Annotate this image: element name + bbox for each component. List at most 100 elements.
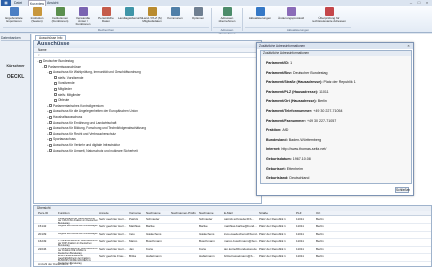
related-offices-icon [78,7,88,16]
column-header[interactable]: PLZ [296,211,315,216]
filter-icon: ▿ [38,53,40,57]
column-header[interactable]: Nachnamen-Präfix [171,211,198,216]
address-button[interactable]: Adressen übernehmen [214,7,240,26]
tree-node[interactable]: + Ausschuss für die Angelegenheiten der E… [47,109,138,114]
tree-checkbox[interactable] [49,126,52,130]
table-cell: ingo.gaedechens@bund... [224,232,258,236]
table-row[interactable]: Erste Parlamentarische Geschäftsführerin… [34,255,431,265]
field-label: Parlament/Bez: [266,70,293,75]
tree-node[interactable]: Vorsitzende [52,81,75,86]
tree-node[interactable]: stellv. Mitglieder [52,93,81,98]
tree-checkbox[interactable] [49,104,52,108]
column-header[interactable]: Anrede [99,211,128,216]
table-cell: 11011 [296,247,304,251]
institution-functions-label: Institutionen (Funktionen) [51,16,69,24]
tree-node[interactable]: + Parlamentarisches Kontrollgremium [47,104,104,109]
update-button[interactable]: Aktualisierungen [246,7,274,26]
table-row[interactable]: 20139 Mitglied des Deutschen Bundestages S… [34,232,431,239]
tree-checkbox[interactable] [54,76,57,80]
tree-node-label: Ausschuss für die Angelegenheiten der Eu… [53,109,138,114]
export-button[interactable]: Ergebnisliste Exportieren [3,7,25,26]
tree-checkbox[interactable] [54,93,57,97]
tree-checkbox[interactable] [49,132,52,136]
tree-checkbox[interactable] [49,143,52,147]
column-header[interactable]: Straße [259,211,295,216]
tree-node[interactable]: stellv. Vorsitzende [52,76,83,81]
tree-checkbox[interactable] [49,149,52,153]
tree-node-label: stellv. Mitglieder [58,92,81,97]
field-value: +49 30 227-71057 [306,118,337,123]
tree-node[interactable]: − Parlamentsausschüsse [42,65,81,70]
institution-label: Institution (Seelen) [30,16,44,24]
kuerschner-logo[interactable]: Kürschner [3,64,28,68]
table-cell: 11011 [296,255,304,258]
info-field: Internet: http://www.thomas-seitz.net/ [266,147,326,151]
table-row[interactable]: Parlamentarischer Geschäftsführer der CD… [34,217,431,224]
field-label: Geburtsdatum: [266,157,293,161]
table-cell: Sehr geehrter Herr... [99,247,127,251]
changelog-button[interactable]: Änderungsprotokoll [276,7,306,26]
update-icon [255,7,265,16]
tree-node[interactable]: + Sportausschuss [47,137,76,142]
table-cell: Sehr geehrter Herr... [99,240,127,243]
column-header[interactable]: Nachname [199,211,223,216]
tree-node[interactable]: Mitglieder [52,87,72,92]
tree-node[interactable]: + Haushaltsausschuss [47,115,82,120]
personal-data-button[interactable]: Persönliche Daten [95,7,117,26]
table-row[interactable]: 22046 1. Parlamentarischer Geschäftsführe… [34,247,431,254]
tree-checkbox[interactable] [49,121,52,125]
tree-node[interactable]: + Ausschuss für Bildung, Forschung und Te… [47,126,146,131]
tree-node[interactable]: + Ausschuss für Recht und Verbraucherschu… [47,132,116,137]
table-cell: britta.hasselmann@b... [224,255,255,258]
oeckl-logo[interactable]: OECKL [3,74,28,80]
overview-grid-panel: Übersicht Pers-ID Funktion Anrede Vorname Na… [33,205,432,267]
column-header[interactable]: Pers-ID [38,211,56,216]
institution-functions-button[interactable]: Institutionen (Funktionen) [49,7,71,26]
tree-checkbox[interactable] [49,70,52,74]
column-header[interactable]: Ort [316,211,336,216]
tree-checkbox[interactable] [44,65,47,69]
ribbon-separator [242,8,243,31]
close-dialog-button[interactable]: Schließen [395,187,410,193]
info-field: Parlament/Ort (Hausadresse): Berlin [266,99,327,103]
tree-checkbox[interactable] [39,59,42,63]
table-row[interactable]: 15142 Mitglied des Deutschen Bundestages S… [34,225,431,232]
institution-button[interactable]: Institution (Seelen) [26,7,48,26]
ribbon: Ergebnisliste Exportieren Institution (S… [0,6,432,36]
tree-checkbox[interactable] [49,110,52,114]
related-offices-button[interactable]: Verwandte Ämter / Funktionen [72,7,94,26]
field-label: Parlament/Telefonnummer: [266,109,314,113]
tree-checkbox[interactable] [54,82,57,86]
legal-check-button[interactable]: Überprüfung für rechtsrelevante Adressen [308,7,350,26]
table-cell: Korte [146,247,154,251]
table-cell: Berlin [316,217,324,221]
column-header[interactable]: Funktion [58,211,98,216]
tree-checkbox[interactable] [54,87,57,91]
tree-node[interactable]: − Ausschuss für Wahlprüfung, Immunität un… [47,70,141,75]
table-row[interactable]: 16249 1. Parlamentarischer Geschäftsführe… [34,240,431,247]
tree-node[interactable]: + Ausschuss für Umwelt, Naturschutz und n… [47,149,138,154]
tree-node[interactable]: + Ausschuss für Ernährung und Landwirtsch… [47,121,116,126]
column-header[interactable]: Vorname [129,211,145,216]
column-header[interactable]: Nachname [146,211,170,216]
tree-node[interactable]: − Deutscher Bundestag [37,59,74,64]
table-cell: Buschmann [146,240,162,243]
options-icon [193,7,203,16]
tree-node[interactable]: Obleute [52,98,69,103]
postal-button[interactable]: Land / PLZ (S) Mitgliedsdaten [141,7,163,26]
close-icon[interactable]: × [406,43,411,49]
options-button[interactable]: Optionen [187,7,209,26]
tree-node-label: Ausschuss für Ernährung und Landwirtscha… [53,120,117,125]
tree-node[interactable]: + Ausschuss für Verkehr und digitale Infr… [47,143,120,148]
institution-functions-icon [55,7,65,16]
table-cell: Berlin [316,240,324,243]
parliament-button[interactable]: Landtagsübersicht [118,7,143,26]
info-field: Parlament/Straße (Hausadresse): Platz de… [266,80,356,84]
tree-checkbox[interactable] [54,98,57,102]
tree-checkbox[interactable] [49,115,52,119]
tree-checkbox[interactable] [49,138,52,142]
column-header[interactable]: E-Mail [224,211,258,216]
tree-node-label: Ausschuss für Wahlprüfung, Immunität und… [53,70,141,75]
municipality-button[interactable]: Kommunen [164,7,186,26]
tree-filter-row[interactable]: ▿ [34,53,261,58]
